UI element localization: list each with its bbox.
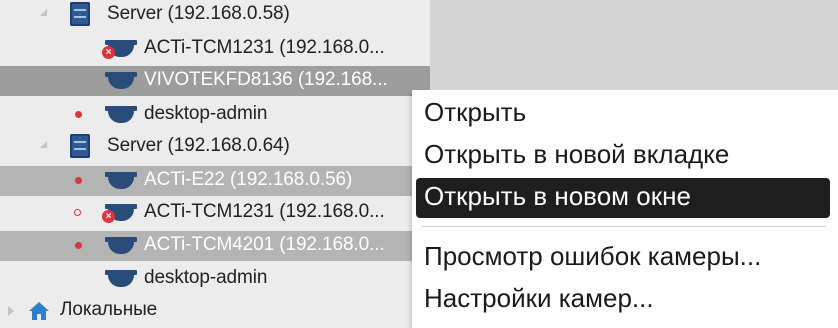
- tree-item-label: desktop-admin: [144, 103, 268, 124]
- context-menu: Открыть Открыть в новой вкладке Открыть …: [412, 90, 838, 328]
- tree-item-server-64[interactable]: Server (192.168.0.64): [0, 132, 430, 162]
- expand-arrow-icon[interactable]: [40, 9, 47, 16]
- device-tree: Server (192.168.0.58) × ACTi-TCM1231 (19…: [0, 0, 430, 328]
- camera-icon: [105, 72, 137, 90]
- tree-item-camera[interactable]: ACTi-TCM4201 (192.168.0...: [0, 231, 430, 261]
- status-dot-icon: [75, 242, 82, 249]
- tree-item-label: desktop-admin: [144, 267, 268, 288]
- camera-icon: [105, 106, 137, 124]
- tree-item-camera[interactable]: desktop-admin: [0, 264, 430, 294]
- tree-item-label: Server (192.168.0.58): [107, 3, 290, 24]
- menu-item-label: Открыть в новом окне: [424, 181, 691, 211]
- menu-item-open-new-window[interactable]: Открыть в новом окне: [416, 178, 830, 218]
- tree-item-label: ACTi-E22 (192.168.0.56): [144, 169, 353, 190]
- menu-item-label: Просмотр ошибок камеры...: [424, 241, 762, 271]
- tree-item-camera[interactable]: × ACTi-TCM1231 (192.168.0...: [0, 34, 430, 64]
- tree-item-server-58[interactable]: Server (192.168.0.58): [0, 0, 430, 30]
- menu-item-label: Настройки камер...: [424, 283, 654, 313]
- tree-item-camera-selected[interactable]: VIVOTEKFD8136 (192.168...: [0, 66, 430, 96]
- server-icon: [70, 2, 90, 26]
- expand-arrow-icon[interactable]: [8, 306, 14, 316]
- tree-item-local[interactable]: Локальные: [0, 296, 430, 326]
- menu-separator: [422, 226, 826, 227]
- status-dot-icon: [75, 111, 82, 118]
- menu-item-label: Открыть: [424, 97, 527, 127]
- tree-item-label: ACTi-TCM1231 (192.168.0...: [144, 37, 385, 58]
- tree-item-label: Локальные: [60, 299, 158, 320]
- menu-item-label: Открыть в новой вкладке: [424, 139, 730, 169]
- menu-item-open-new-tab[interactable]: Открыть в новой вкладке: [412, 136, 838, 176]
- expand-arrow-icon[interactable]: [40, 141, 47, 148]
- tree-item-camera[interactable]: ACTi-E22 (192.168.0.56): [0, 166, 430, 196]
- camera-icon: [105, 237, 137, 255]
- tree-item-label: Server (192.168.0.64): [107, 135, 290, 156]
- status-dot-icon: [75, 177, 82, 184]
- tree-item-camera[interactable]: desktop-admin: [0, 100, 430, 130]
- camera-icon: [105, 270, 137, 288]
- tree-item-label: ACTi-TCM4201 (192.168.0...: [144, 234, 385, 255]
- home-icon: [29, 302, 49, 320]
- menu-item-open[interactable]: Открыть: [412, 94, 838, 134]
- menu-item-view-camera-errors[interactable]: Просмотр ошибок камеры...: [412, 238, 838, 278]
- camera-error-icon: ×: [102, 40, 137, 59]
- status-ring-icon: [74, 209, 81, 216]
- camera-error-icon: ×: [102, 204, 137, 223]
- menu-item-camera-settings[interactable]: Настройки камер...: [412, 280, 838, 320]
- tree-item-label: ACTi-TCM1231 (192.168.0...: [144, 201, 385, 222]
- camera-icon: [105, 172, 137, 190]
- tree-item-camera[interactable]: × ACTi-TCM1231 (192.168.0...: [0, 198, 430, 228]
- server-icon: [70, 134, 90, 158]
- tree-item-label: VIVOTEKFD8136 (192.168...: [144, 69, 388, 90]
